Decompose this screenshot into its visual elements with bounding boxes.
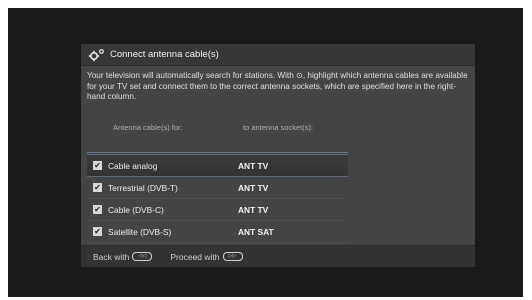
check-mark-icon: ✔ — [94, 161, 101, 170]
antenna-cable-name: Terrestrial (DVB-T) — [108, 182, 178, 193]
screen: Connect antenna cable(s) Your television… — [0, 0, 532, 300]
dialog-titlebar: Connect antenna cable(s) — [81, 44, 475, 66]
column-header: Antenna cable(s) for: to antenna socket(… — [93, 123, 353, 135]
checkbox[interactable]: ✔ — [93, 205, 102, 214]
antenna-socket: ANT TV — [238, 160, 269, 171]
checkbox[interactable]: ✔ — [93, 161, 102, 170]
antenna-socket: ANT TV — [238, 182, 269, 193]
antenna-cable-name: Cable analog — [108, 160, 158, 171]
antenna-socket: ANT SAT — [238, 226, 274, 237]
checkbox[interactable]: ✔ — [93, 183, 102, 192]
dialog-footer: Back with ◁◁ Proceed with ▷▷ — [81, 245, 475, 267]
antenna-cable-name: Satellite (DVB-S) — [108, 226, 172, 237]
back-hint[interactable]: Back with ◁◁ — [93, 251, 153, 262]
forward-key-icon: ▷▷ — [222, 252, 243, 261]
list-item-terrestrial[interactable]: ✔ Terrestrial (DVB-T) ANT TV — [87, 177, 348, 199]
checkbox[interactable]: ✔ — [93, 227, 102, 236]
tv-screen: Connect antenna cable(s) Your television… — [8, 8, 523, 297]
antenna-list: ✔ Cable analog ANT TV ✔ Terrestrial (DVB… — [87, 154, 348, 243]
rewind-key-icon: ◁◁ — [132, 252, 153, 261]
back-label: Back with — [93, 251, 130, 262]
proceed-label: Proceed with — [170, 251, 220, 262]
antenna-cable-name: Cable (DVB-C) — [108, 204, 164, 215]
proceed-hint[interactable]: Proceed with ▷▷ — [170, 251, 243, 262]
list-item-cable-dvbc[interactable]: ✔ Cable (DVB-C) ANT TV — [87, 199, 348, 221]
header-divider — [87, 152, 348, 153]
antenna-dialog: Connect antenna cable(s) Your television… — [81, 44, 475, 267]
column-header-cable: Antenna cable(s) for: — [113, 123, 183, 132]
list-item-satellite[interactable]: ✔ Satellite (DVB-S) ANT SAT — [87, 221, 348, 243]
check-mark-icon: ✔ — [94, 227, 101, 236]
list-item-cable-analog[interactable]: ✔ Cable analog ANT TV — [87, 154, 348, 177]
column-header-socket: to antenna socket(s): — [243, 123, 314, 132]
check-mark-icon: ✔ — [94, 183, 101, 192]
dialog-title: Connect antenna cable(s) — [110, 49, 219, 60]
settings-gear-icon — [88, 48, 106, 62]
dialog-description: Your television will automatically searc… — [87, 71, 468, 101]
antenna-socket: ANT TV — [238, 204, 269, 215]
check-mark-icon: ✔ — [94, 205, 101, 214]
